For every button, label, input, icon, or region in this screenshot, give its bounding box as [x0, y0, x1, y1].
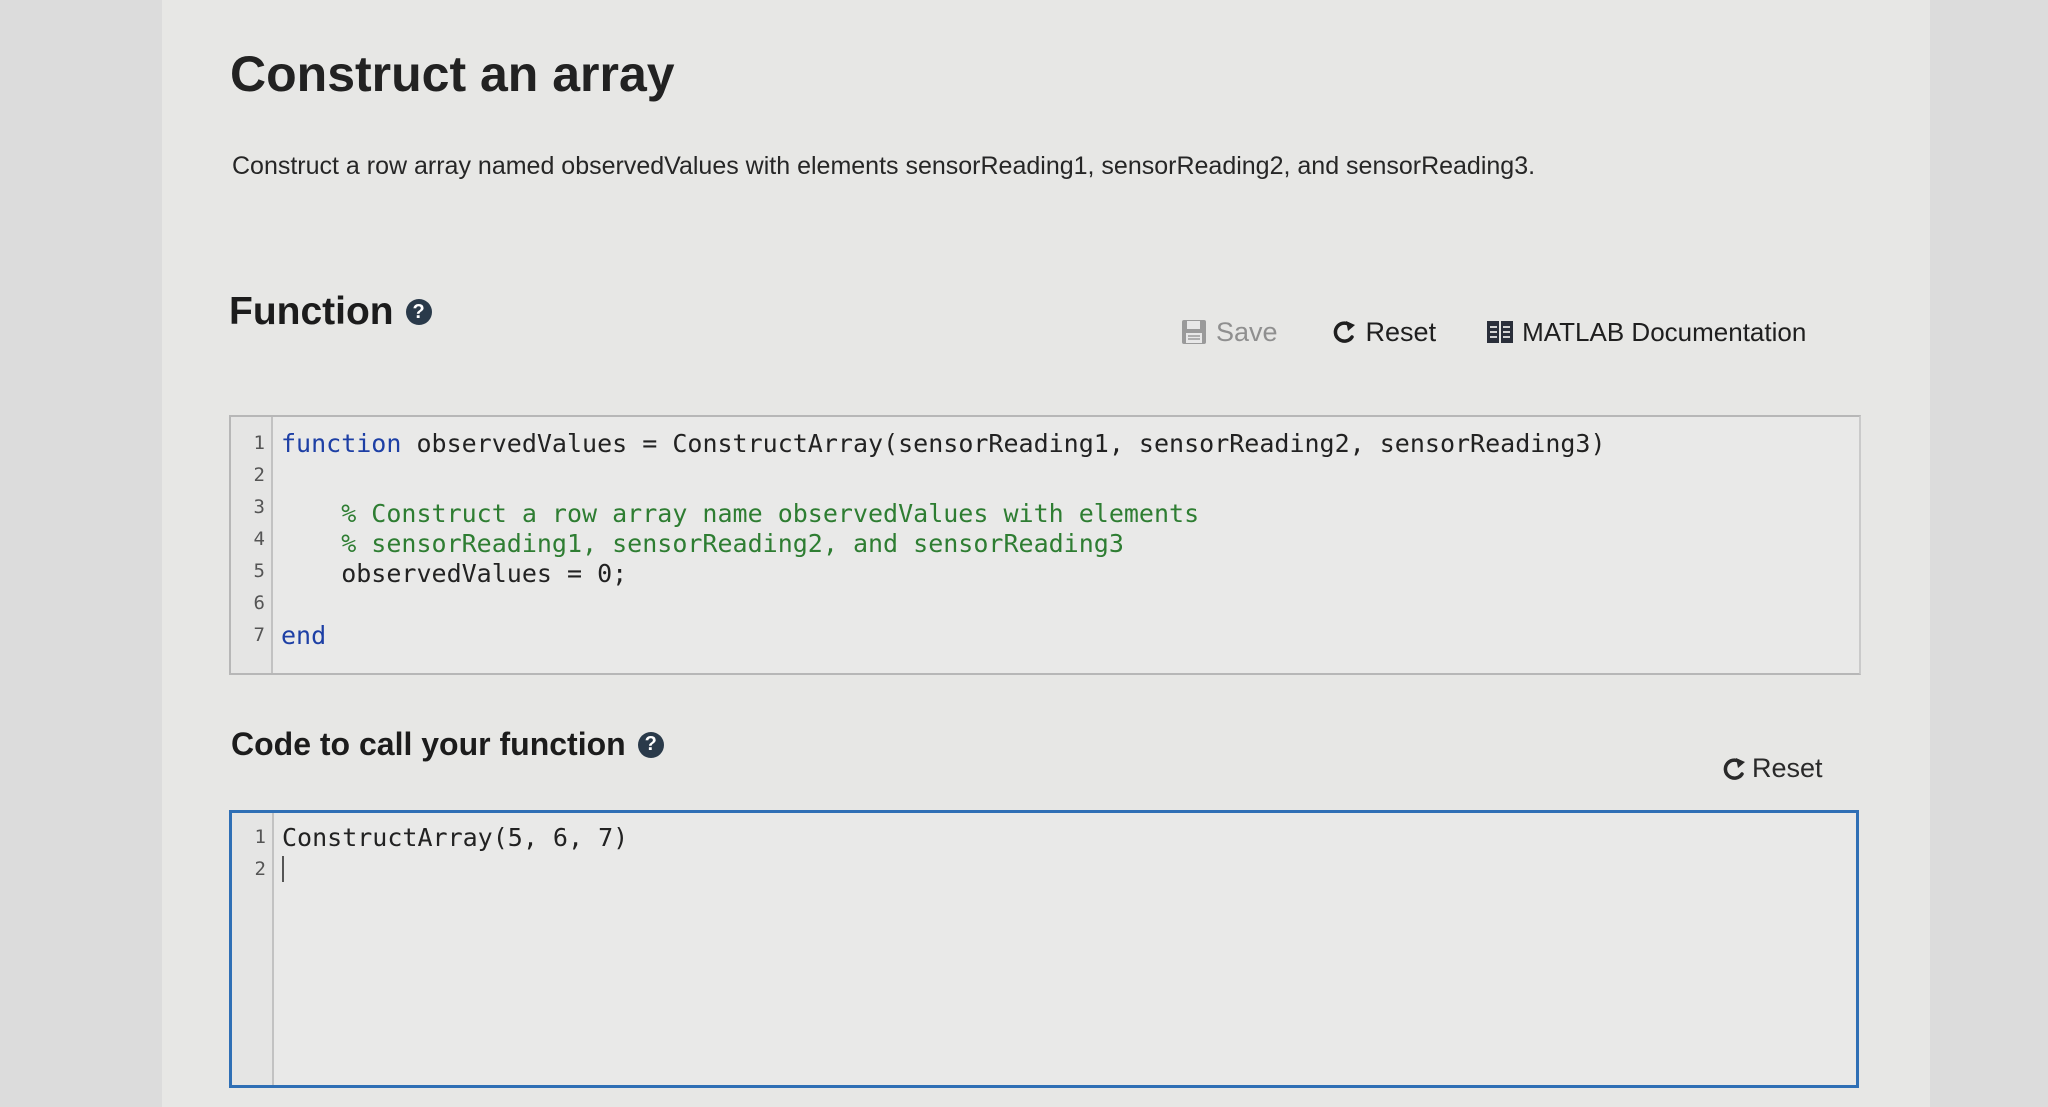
call-reset-label: Reset: [1752, 753, 1823, 783]
function-heading-label: Function: [229, 290, 394, 333]
problem-description: Construct a row array named observedValu…: [232, 152, 1536, 180]
line-number: 1: [253, 432, 265, 454]
code-line: 1 function observedValues = ConstructArr…: [231, 427, 1811, 459]
code-line: 2: [232, 853, 1812, 885]
line-number: 2: [253, 464, 265, 486]
code-line: 7 end: [231, 619, 1811, 651]
line-number: 6: [253, 592, 265, 614]
reset-icon: [1723, 757, 1745, 780]
code-line: 2: [231, 459, 1811, 491]
function-heading: Function ?: [229, 290, 432, 334]
code-line: 6: [231, 587, 1811, 619]
save-label: Save: [1216, 316, 1278, 347]
code-line: 5 observedValues = 0;: [231, 555, 1811, 588]
function-toolbar: Save Reset MATLAB Documentation: [1180, 312, 1806, 352]
documentation-label: MATLAB Documentation: [1522, 316, 1807, 347]
call-heading: Code to call your function ?: [231, 726, 664, 763]
call-code-editor[interactable]: 1 ConstructArray(5, 6, 7) 2: [229, 810, 1859, 1088]
call-code-text: ConstructArray(5, 6, 7): [282, 822, 629, 852]
line-number: 2: [254, 858, 266, 880]
text-cursor: [282, 856, 284, 882]
function-code-editor[interactable]: 1 function observedValues = ConstructArr…: [229, 415, 1861, 675]
call-heading-label: Code to call your function: [231, 726, 626, 762]
line-number: 3: [253, 496, 265, 518]
code-text: function observedValues = ConstructArray…: [281, 429, 1606, 458]
reset-icon: [1333, 321, 1355, 343]
line-number: 7: [253, 624, 265, 646]
line-number: 1: [254, 826, 266, 848]
keyword-end: end: [281, 620, 327, 650]
matlab-documentation-link[interactable]: MATLAB Documentation: [1486, 317, 1806, 348]
code-line: 3 % Construct a row array name observedV…: [231, 491, 1811, 528]
help-icon[interactable]: ?: [405, 299, 432, 325]
keyword-function: function: [281, 428, 402, 458]
assignment-line: observedValues = 0;: [281, 558, 628, 588]
save-button[interactable]: Save: [1180, 317, 1278, 348]
code-line: 1 ConstructArray(5, 6, 7): [232, 821, 1812, 853]
call-reset-button[interactable]: Reset: [1720, 753, 1823, 784]
page-title: Construct an array: [230, 46, 675, 102]
save-icon: [1182, 320, 1206, 344]
comment-line: % sensorReading1, sensorReading2, and se…: [281, 528, 1124, 558]
help-icon[interactable]: ?: [637, 731, 664, 758]
documentation-icon: [1487, 321, 1514, 343]
function-signature: observedValues = ConstructArray(sensorRe…: [401, 428, 1606, 458]
reset-button[interactable]: Reset: [1330, 316, 1437, 348]
line-number: 5: [253, 560, 265, 582]
line-number: 4: [253, 528, 265, 550]
reset-label: Reset: [1365, 316, 1437, 347]
code-line: 4 % sensorReading1, sensorReading2, and …: [231, 523, 1811, 558]
